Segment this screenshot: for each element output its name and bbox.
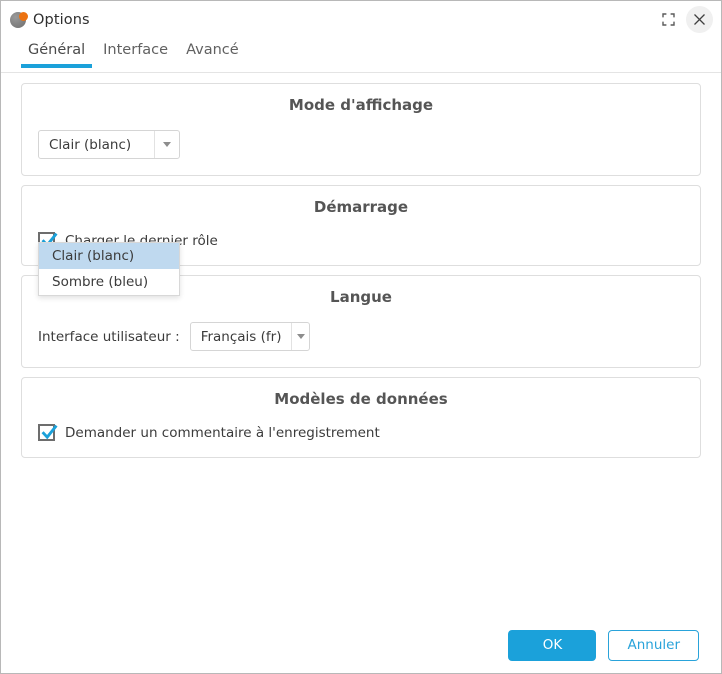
checkbox-label-ask-comment-on-save: Demander un commentaire à l'enregistreme…	[65, 425, 380, 441]
cancel-button[interactable]: Annuler	[608, 630, 699, 661]
dropdown-option-sombre[interactable]: Sombre (bleu)	[39, 269, 179, 295]
tab-avance[interactable]: Avancé	[177, 38, 248, 68]
theme-select[interactable]: Clair (blanc)	[38, 130, 180, 159]
settings-content: Mode d'affichage Clair (blanc) Démarrage	[1, 73, 721, 673]
check-icon	[39, 423, 59, 443]
theme-select-dropdown: Clair (blanc) Sombre (bleu)	[38, 242, 180, 296]
options-ball-icon	[10, 11, 28, 29]
checkbox-ask-comment-on-save[interactable]	[38, 424, 55, 441]
group-display-mode: Mode d'affichage Clair (blanc)	[21, 83, 701, 176]
group-body-data-models: Demander un commentaire à l'enregistreme…	[22, 410, 700, 457]
label-user-interface: Interface utilisateur :	[38, 329, 180, 345]
group-body-display-mode: Clair (blanc)	[22, 116, 700, 175]
group-title-display-mode: Mode d'affichage	[22, 96, 700, 116]
tab-strip: Général Interface Avancé	[1, 38, 721, 73]
group-title-startup: Démarrage	[22, 198, 700, 218]
titlebar: Options	[1, 1, 721, 38]
close-icon[interactable]	[686, 6, 713, 33]
tab-general[interactable]: Général	[19, 38, 94, 68]
group-data-models: Modèles de données Demander un commentai…	[21, 377, 701, 458]
window-controls	[655, 6, 713, 33]
dialog-footer: OK Annuler	[1, 617, 721, 673]
checkbox-row-ask-comment[interactable]: Demander un commentaire à l'enregistreme…	[38, 424, 380, 441]
theme-select-value: Clair (blanc)	[39, 131, 154, 158]
language-select-value: Français (fr)	[191, 323, 292, 350]
chevron-down-icon	[291, 323, 308, 350]
tab-interface[interactable]: Interface	[94, 38, 177, 68]
options-dialog: Options Général Interface Avancé Mode d'…	[0, 0, 722, 674]
dropdown-option-clair[interactable]: Clair (blanc)	[39, 243, 179, 269]
window-title: Options	[33, 12, 90, 28]
group-body-language: Interface utilisateur : Français (fr)	[22, 308, 700, 367]
language-select[interactable]: Français (fr)	[190, 322, 310, 351]
group-title-data-models: Modèles de données	[22, 390, 700, 410]
maximize-icon[interactable]	[655, 6, 682, 33]
ok-button[interactable]: OK	[508, 630, 596, 661]
chevron-down-icon	[154, 131, 179, 158]
